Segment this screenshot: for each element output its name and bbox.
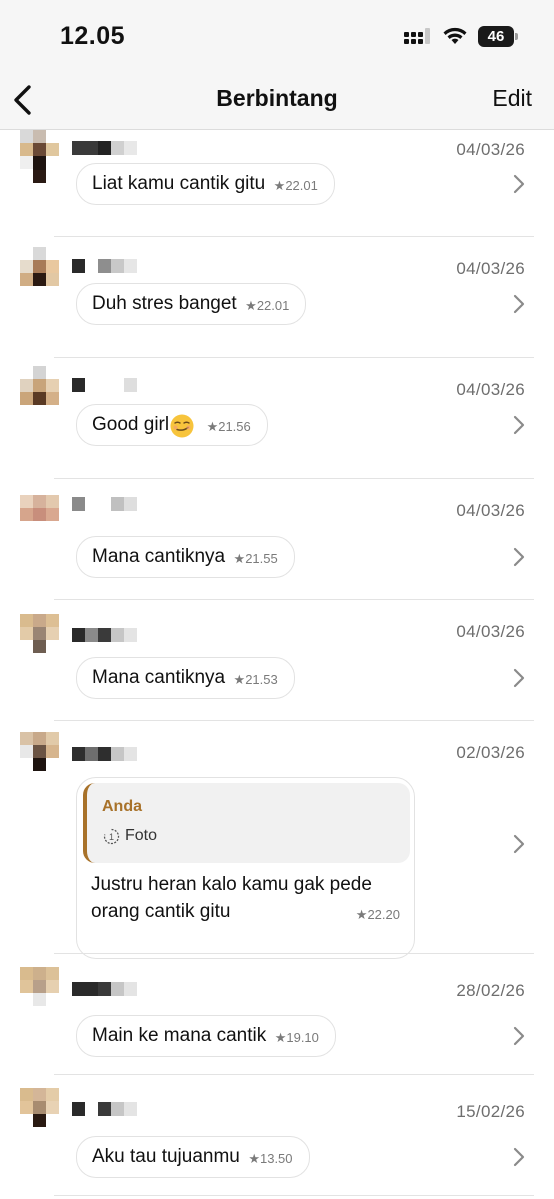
message-bubble: Anda 1 Foto Justru heran kalo kamu gak p… [76, 777, 415, 959]
starred-message-item[interactable]: 04/03/26 Liat kamu cantik gitu ★22.01 [0, 130, 554, 237]
message-date: 04/03/26 [456, 259, 525, 278]
svg-text:1: 1 [109, 832, 114, 842]
message-text: Mana cantiknya [92, 667, 226, 688]
chevron-right-icon[interactable] [512, 1025, 526, 1047]
star-icon: ★ [248, 1151, 260, 1166]
avatar [20, 495, 59, 549]
message-date: 04/03/26 [456, 622, 525, 641]
avatar [20, 1088, 59, 1142]
avatar [20, 732, 59, 786]
quoted-label: Foto [125, 827, 158, 844]
chevron-right-icon[interactable] [512, 833, 526, 855]
message-time: ★22.20 [355, 907, 400, 922]
message-text: Justru heran kalo kamu gak pede orang ca… [91, 874, 372, 922]
smirking-face-emoji-icon [170, 414, 194, 438]
starred-messages-list: 04/03/26 Liat kamu cantik gitu ★22.01 04… [0, 130, 554, 1199]
starred-message-item[interactable]: 04/03/26 Good girl ★21.56 [0, 358, 554, 479]
chevron-right-icon[interactable] [512, 1146, 526, 1168]
star-icon: ★ [273, 178, 286, 193]
status-time: 12.05 [60, 22, 126, 50]
quoted-message[interactable]: Anda 1 Foto [83, 783, 410, 863]
message-time: ★22.01 [273, 178, 318, 193]
battery-level: 46 [487, 28, 505, 45]
message-date: 04/03/26 [456, 140, 525, 159]
message-text: Duh stres banget [92, 293, 237, 314]
starred-message-item[interactable]: 02/03/26 Anda 1 Foto Justru heran kalo k… [0, 721, 554, 959]
starred-message-item[interactable]: 04/03/26 Mana cantiknya ★21.55 [0, 479, 554, 600]
wifi-icon [443, 27, 467, 44]
nav-bar: Berbintang Edit [0, 72, 554, 130]
message-text: Liat kamu cantik gitu [92, 173, 266, 194]
chevron-right-icon[interactable] [512, 667, 526, 689]
starred-message-item[interactable]: 28/02/26 Main ke mana cantik ★19.10 [0, 954, 554, 1075]
chevron-right-icon[interactable] [512, 414, 526, 436]
message-bubble: Liat kamu cantik gitu ★22.01 [76, 163, 335, 205]
avatar [20, 614, 59, 668]
divider [54, 1195, 534, 1196]
star-icon: ★ [355, 907, 368, 922]
chevron-right-icon[interactable] [512, 546, 526, 568]
message-date: 28/02/26 [456, 981, 525, 1000]
star-icon: ★ [206, 419, 219, 434]
message-text: Aku tau tujuanmu [92, 1146, 240, 1167]
avatar [20, 130, 59, 184]
star-icon: ★ [274, 1030, 287, 1045]
quoted-sender: Anda [102, 798, 142, 815]
message-time: ★21.56 [206, 419, 251, 434]
status-bar: 12.05 46 [0, 0, 554, 72]
message-text: Mana cantiknya [92, 546, 226, 567]
message-time: ★19.10 [274, 1030, 319, 1045]
cellular-signal-icon [404, 28, 430, 44]
message-bubble: Duh stres banget ★22.01 [76, 283, 307, 325]
message-bubble: Good girl ★21.56 [76, 404, 268, 446]
battery-icon: 46 [478, 26, 518, 47]
message-bubble: Mana cantiknya ★21.55 [76, 536, 295, 578]
avatar [20, 366, 59, 420]
message-text: Main ke mana cantik [92, 1025, 267, 1046]
message-date: 02/03/26 [456, 743, 525, 762]
message-date: 04/03/26 [456, 501, 525, 520]
star-icon: ★ [245, 298, 257, 313]
message-date: 04/03/26 [456, 380, 525, 399]
star-icon: ★ [233, 551, 246, 566]
avatar [20, 247, 59, 301]
chevron-right-icon[interactable] [512, 173, 526, 195]
starred-message-item[interactable]: 15/02/26 Aku tau tujuanmu ★13.50 [0, 1075, 554, 1196]
message-bubble: Main ke mana cantik ★19.10 [76, 1015, 336, 1057]
starred-message-item[interactable]: 04/03/26 Duh stres banget ★22.01 [0, 237, 554, 358]
message-time: ★21.53 [233, 672, 278, 687]
message-bubble: Mana cantiknya ★21.53 [76, 657, 295, 699]
message-time: ★21.55 [233, 551, 278, 566]
view-once-photo-icon: 1 [103, 828, 120, 845]
message-date: 15/02/26 [456, 1102, 525, 1121]
edit-button[interactable]: Edit [492, 85, 532, 112]
avatar [20, 967, 59, 1021]
message-bubble: Aku tau tujuanmu ★13.50 [76, 1136, 310, 1178]
message-time: ★13.50 [248, 1151, 293, 1166]
starred-message-item[interactable]: 04/03/26 Mana cantiknya ★21.53 [0, 600, 554, 721]
message-time: ★22.01 [245, 298, 290, 313]
star-icon: ★ [233, 672, 246, 687]
page-title: Berbintang [216, 85, 338, 111]
message-text: Good girl [92, 414, 170, 435]
chevron-right-icon[interactable] [512, 293, 526, 315]
